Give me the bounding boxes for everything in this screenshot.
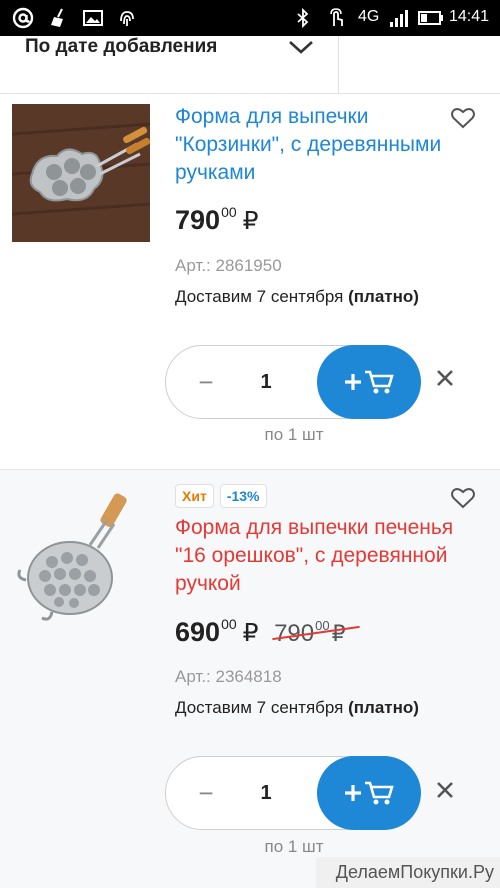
- quantity-stepper: − 1: [165, 345, 421, 419]
- product-title[interactable]: Форма для выпечки "Корзинки", с деревянн…: [175, 103, 455, 187]
- delivery-date: Доставим 7 сентября: [175, 698, 344, 717]
- sort-bar: По дате добавления: [0, 36, 500, 94]
- watermark: ДелаемПокупки.Ру: [316, 857, 500, 888]
- delivery-note: (платно): [348, 287, 419, 306]
- quantity-value[interactable]: 1: [252, 775, 280, 811]
- delivery-info: Доставим 7 сентября (платно): [175, 287, 419, 307]
- product-price: 79000 ₽: [175, 204, 259, 236]
- currency-symbol: ₽: [242, 619, 259, 647]
- per-unit-label: по 1 шт: [264, 837, 324, 856]
- broom-icon: [48, 7, 70, 29]
- delivery-note: (платно): [348, 698, 419, 717]
- clock: 14:41: [449, 8, 490, 25]
- discount-badge: -13%: [219, 484, 267, 508]
- price-main: 690: [175, 617, 221, 647]
- plus-cart-icon: [345, 370, 394, 394]
- price-cents: 00: [221, 616, 237, 632]
- product-card: Хит -13% Форма для выпечки печенья "16 о…: [0, 469, 500, 888]
- sort-divider: [338, 36, 339, 94]
- network-type: 4G: [358, 8, 380, 25]
- bluetooth-icon: [292, 7, 314, 29]
- price-cents: 00: [221, 204, 237, 220]
- image-icon: [82, 7, 104, 29]
- currency-symbol: ₽: [242, 207, 259, 235]
- product-image[interactable]: [12, 490, 150, 628]
- signal-icon: [388, 7, 410, 29]
- fingerprint-icon: [116, 7, 138, 29]
- delivery-date: Доставим 7 сентября: [175, 287, 344, 306]
- touch-icon: [325, 7, 347, 29]
- old-price: 79000₽: [272, 618, 360, 648]
- badges: Хит -13%: [175, 484, 267, 508]
- decrease-button[interactable]: −: [194, 364, 218, 400]
- per-unit-label: по 1 шт: [264, 425, 324, 444]
- product-title[interactable]: Форма для выпечки печенья "16 орешков", …: [175, 514, 455, 598]
- product-sku: Арт.: 2861950: [175, 256, 282, 275]
- plus-cart-icon: [345, 781, 394, 805]
- quantity-stepper: − 1: [165, 756, 421, 830]
- old-currency-symbol: ₽: [331, 621, 346, 646]
- battery-icon: [418, 7, 444, 29]
- add-to-cart-button[interactable]: [317, 756, 421, 830]
- decrease-button[interactable]: −: [194, 775, 218, 811]
- close-icon[interactable]: [434, 367, 456, 389]
- product-sku: Арт.: 2364818: [175, 667, 282, 686]
- add-to-cart-button[interactable]: [317, 345, 421, 419]
- heart-icon[interactable]: [450, 486, 476, 510]
- delivery-info: Доставим 7 сентября (платно): [175, 698, 419, 718]
- sort-dropdown-label[interactable]: По дате добавления: [25, 36, 217, 58]
- close-icon[interactable]: [434, 779, 456, 801]
- at-sign-icon: [12, 7, 34, 29]
- quantity-value[interactable]: 1: [252, 364, 280, 400]
- price-main: 790: [175, 205, 221, 235]
- status-bar: 4G 14:41: [0, 0, 500, 36]
- chevron-down-icon[interactable]: [287, 38, 315, 58]
- heart-icon[interactable]: [450, 106, 476, 130]
- product-card: Форма для выпечки "Корзинки", с деревянн…: [0, 94, 500, 469]
- product-price: 69000 ₽ 79000₽: [175, 616, 360, 648]
- product-image[interactable]: [11, 104, 151, 242]
- hit-badge: Хит: [175, 484, 214, 508]
